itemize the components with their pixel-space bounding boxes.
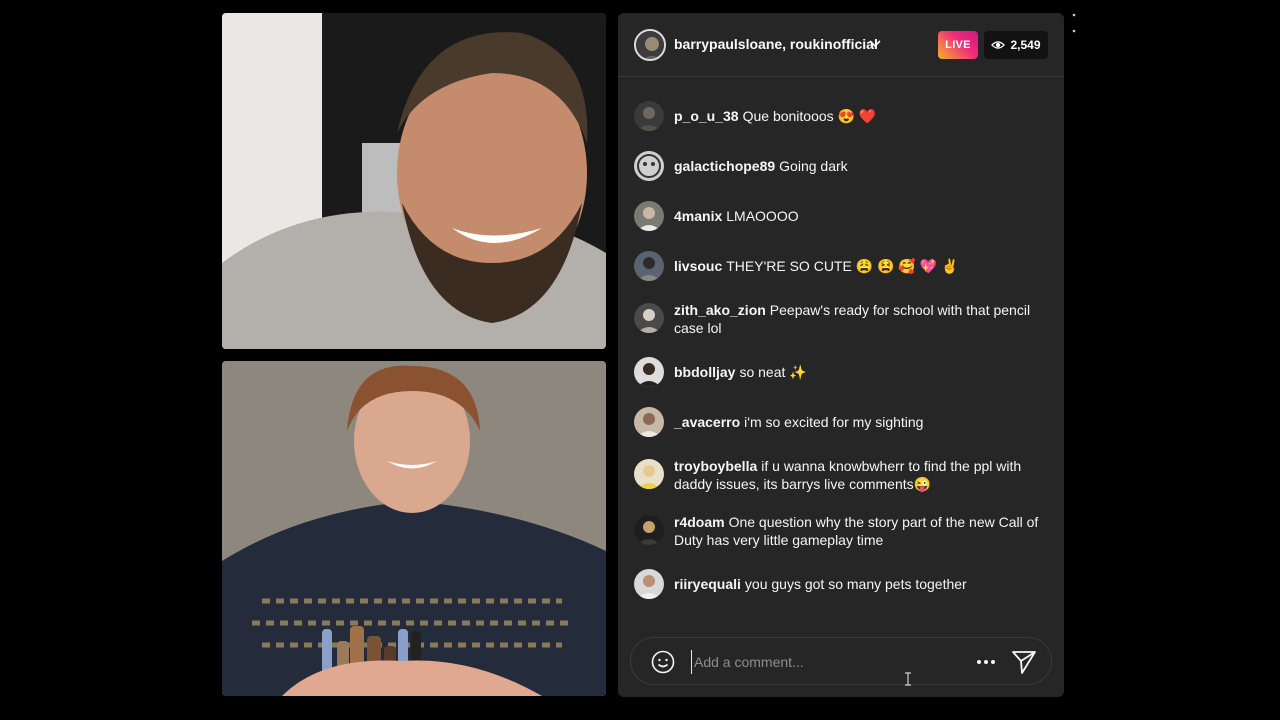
commenter-avatar[interactable] bbox=[634, 303, 664, 333]
comment-text: Que bonitooos 😍 ❤️ bbox=[742, 108, 877, 124]
guest-video-roukinofficial bbox=[222, 361, 606, 696]
comment-username[interactable]: _avacerro bbox=[674, 414, 740, 430]
commenter-avatar[interactable] bbox=[634, 515, 664, 545]
comment-text: i'm so excited for my sighting bbox=[744, 414, 924, 430]
commenter-avatar[interactable] bbox=[634, 569, 664, 599]
commenter-avatar[interactable] bbox=[634, 251, 664, 281]
comment-text: THEY'RE SO CUTE 😩 😫 🥰 💖 ✌️ bbox=[726, 258, 959, 274]
comment-text: so neat ✨ bbox=[739, 364, 807, 380]
comment-text: you guys got so many pets together bbox=[744, 576, 967, 592]
host-video-barrypaulsloane bbox=[222, 13, 606, 349]
commenter-avatar[interactable] bbox=[634, 459, 664, 489]
comment-username[interactable]: 4manix bbox=[674, 208, 722, 224]
host-avatar[interactable] bbox=[634, 29, 666, 61]
host-names[interactable]: barrypaulsloane, roukinofficial bbox=[674, 36, 878, 52]
comment-username[interactable]: zith_ako_zion bbox=[674, 302, 766, 318]
comment-username[interactable]: r4doam bbox=[674, 514, 725, 530]
viewer-count[interactable]: 2,549 bbox=[984, 31, 1048, 59]
commenter-avatar[interactable] bbox=[634, 357, 664, 387]
more-vertical-icon[interactable] bbox=[1072, 12, 1076, 34]
comment-username[interactable]: riiryequali bbox=[674, 576, 741, 592]
comment-text: One question why the story part of the n… bbox=[674, 514, 1039, 548]
comment-username[interactable]: livsouc bbox=[674, 258, 722, 274]
comment-username[interactable]: p_o_u_38 bbox=[674, 108, 739, 124]
send-icon[interactable] bbox=[1011, 649, 1037, 675]
commenter-avatar[interactable] bbox=[634, 101, 664, 131]
comment-username[interactable]: galactichope89 bbox=[674, 158, 775, 174]
viewer-count-value: 2,549 bbox=[1010, 38, 1041, 52]
commenter-avatar[interactable] bbox=[634, 201, 664, 231]
live-chat-panel: barrypaulsloane, roukinofficial LIVE 2,5… bbox=[618, 13, 1064, 697]
comment-composer bbox=[630, 637, 1052, 685]
commenter-avatar[interactable] bbox=[634, 151, 664, 181]
comment-text: LMAOOOO bbox=[726, 208, 799, 224]
chevron-down-icon[interactable] bbox=[868, 36, 882, 50]
live-badge: LIVE bbox=[938, 31, 978, 59]
comment-list[interactable]: p_o_u_38 Que bonitooos 😍 ❤️ galactichope8… bbox=[618, 77, 1064, 617]
live-header: barrypaulsloane, roukinofficial LIVE 2,5… bbox=[618, 13, 1064, 77]
comment-text: Going dark bbox=[779, 158, 848, 174]
eye-icon bbox=[991, 41, 1006, 49]
more-horizontal-icon[interactable] bbox=[975, 650, 997, 674]
text-cursor-icon bbox=[905, 672, 911, 686]
commenter-avatar[interactable] bbox=[634, 407, 664, 437]
smiley-icon[interactable] bbox=[651, 650, 675, 674]
comment-username[interactable]: troyboybella bbox=[674, 458, 757, 474]
comment-username[interactable]: bbdolljay bbox=[674, 364, 735, 380]
comment-input[interactable] bbox=[691, 650, 961, 674]
